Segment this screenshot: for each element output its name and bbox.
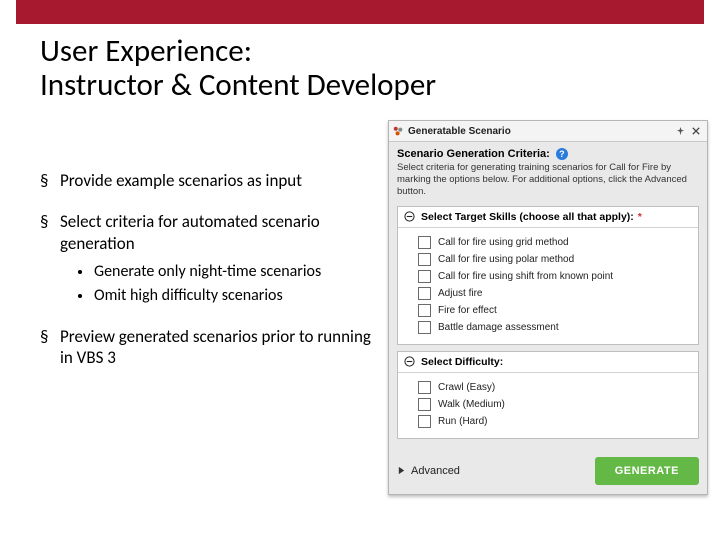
advanced-button[interactable]: Advanced <box>397 465 460 477</box>
help-icon[interactable]: ? <box>556 148 568 160</box>
collapse-icon <box>404 211 415 222</box>
difficulty-options: Crawl (Easy) Walk (Medium) Run (Hard) <box>398 373 698 438</box>
collapse-icon <box>404 356 415 367</box>
title-line-1: User Experience: <box>40 34 680 68</box>
checkbox-icon[interactable] <box>418 398 431 411</box>
sub-bullet-text: Omit high difficulty scenarios <box>94 286 283 305</box>
skill-label: Call for fire using grid method <box>438 237 569 248</box>
generatable-scenario-dialog: Generatable Scenario Scenario Generation… <box>388 120 708 495</box>
checkbox-icon[interactable] <box>418 304 431 317</box>
checkbox-icon[interactable] <box>418 270 431 283</box>
checkbox-icon[interactable] <box>418 287 431 300</box>
difficulty-label: Run (Hard) <box>438 416 487 427</box>
skill-option[interactable]: Call for fire using polar method <box>418 253 692 266</box>
criteria-heading-text: Scenario Generation Criteria: <box>397 148 550 160</box>
title-line-2: Instructor & Content Developer <box>40 68 680 102</box>
bullet-text: Preview generated scenarios prior to run… <box>60 326 371 368</box>
slide: User Experience: Instructor & Content De… <box>0 0 720 540</box>
skill-label: Fire for effect <box>438 305 497 316</box>
difficulty-header[interactable]: Select Difficulty: <box>398 352 698 373</box>
target-skills-section: Select Target Skills (choose all that ap… <box>397 206 699 345</box>
target-skills-header[interactable]: Select Target Skills (choose all that ap… <box>398 207 698 228</box>
sub-bullet-item: Omit high difficulty scenarios <box>60 286 380 306</box>
sub-bullet-item: Generate only night-time scenarios <box>60 262 380 282</box>
app-icon <box>393 126 404 137</box>
skill-label: Call for fire using shift from known poi… <box>438 271 613 282</box>
skill-label: Battle damage assessment <box>438 322 559 333</box>
triangle-right-icon <box>397 466 406 475</box>
difficulty-option[interactable]: Crawl (Easy) <box>418 381 692 394</box>
target-skills-options: Call for fire using grid method Call for… <box>398 228 698 344</box>
sub-bullet-text: Generate only night-time scenarios <box>94 262 321 281</box>
skill-label: Call for fire using polar method <box>438 254 574 265</box>
bullet-text: Provide example scenarios as input <box>60 170 302 191</box>
difficulty-option[interactable]: Run (Hard) <box>418 415 692 428</box>
skill-option[interactable]: Fire for effect <box>418 304 692 317</box>
skill-label: Adjust fire <box>438 288 482 299</box>
close-icon[interactable] <box>689 124 703 138</box>
skill-option[interactable]: Call for fire using shift from known poi… <box>418 270 692 283</box>
difficulty-section: Select Difficulty: Crawl (Easy) Walk (Me… <box>397 351 699 439</box>
pin-icon[interactable] <box>673 124 687 138</box>
required-star: * <box>638 211 642 223</box>
skill-option[interactable]: Adjust fire <box>418 287 692 300</box>
dialog-titlebar: Generatable Scenario <box>389 121 707 142</box>
bullet-item: Provide example scenarios as input <box>30 170 380 191</box>
target-skills-header-text: Select Target Skills (choose all that ap… <box>421 211 634 223</box>
checkbox-icon[interactable] <box>418 253 431 266</box>
checkbox-icon[interactable] <box>418 415 431 428</box>
skill-option[interactable]: Call for fire using grid method <box>418 236 692 249</box>
top-accent-bar <box>16 0 704 24</box>
advanced-label: Advanced <box>411 465 460 477</box>
slide-title: User Experience: Instructor & Content De… <box>40 34 680 102</box>
dialog-footer: Advanced GENERATE <box>389 451 707 494</box>
checkbox-icon[interactable] <box>418 381 431 394</box>
checkbox-icon[interactable] <box>418 236 431 249</box>
generate-button[interactable]: GENERATE <box>595 457 699 485</box>
dialog-body: Scenario Generation Criteria: ? Select c… <box>389 142 707 451</box>
criteria-description: Select criteria for generating training … <box>397 162 699 198</box>
bullet-text: Select criteria for automated scenario g… <box>60 211 320 253</box>
bullet-item: Preview generated scenarios prior to run… <box>30 326 380 369</box>
slide-body: Provide example scenarios as input Selec… <box>30 170 380 388</box>
difficulty-label: Crawl (Easy) <box>438 382 495 393</box>
skill-option[interactable]: Battle damage assessment <box>418 321 692 334</box>
dialog-title: Generatable Scenario <box>408 126 671 137</box>
difficulty-option[interactable]: Walk (Medium) <box>418 398 692 411</box>
difficulty-label: Walk (Medium) <box>438 399 505 410</box>
bullet-item: Select criteria for automated scenario g… <box>30 211 380 306</box>
checkbox-icon[interactable] <box>418 321 431 334</box>
criteria-heading: Scenario Generation Criteria: ? <box>397 148 699 160</box>
difficulty-header-text: Select Difficulty: <box>421 356 503 368</box>
